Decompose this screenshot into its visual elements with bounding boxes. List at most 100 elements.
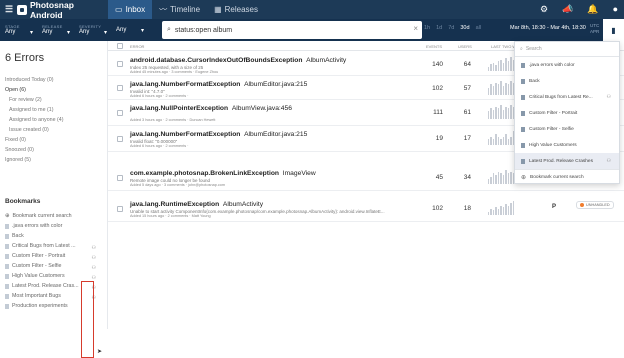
trend-sparkline xyxy=(488,170,514,184)
range-1d[interactable]: 1d xyxy=(436,25,442,31)
sparkline-bar xyxy=(502,110,505,119)
filter-release-value: Any xyxy=(42,29,53,35)
app-title: Photosnap Android xyxy=(30,0,74,20)
row-checkbox[interactable] xyxy=(117,175,123,181)
dropdown-bookmark-item[interactable]: Custom Filter - Selfie xyxy=(515,121,619,137)
sparkline-bar xyxy=(497,172,500,184)
chevron-down-icon: ▾ xyxy=(66,30,70,36)
sparkline-bar xyxy=(510,203,512,215)
date-range[interactable]: Mar 8th, 18:30 - Mar 4th, 18:30 xyxy=(510,25,586,31)
bookmark-button[interactable]: ▮ xyxy=(603,19,624,41)
search-input[interactable]: ⌕ status:open album × xyxy=(162,21,422,39)
sparkline-bar xyxy=(510,81,512,95)
filter-other[interactable]: Any ▾ xyxy=(111,27,148,34)
dropdown-bookmark-current-search[interactable]: ⊕ Bookmark current search xyxy=(515,169,619,184)
sparkline-bar xyxy=(500,81,502,95)
dropdown-bookmark-label: High Value Customers xyxy=(529,142,577,148)
dropdown-bookmark-item[interactable]: Back xyxy=(515,73,619,89)
error-meta: Added 6 hours ago · 2 comments · xyxy=(130,94,189,98)
bookmark-icon xyxy=(521,62,525,68)
bookmark-item[interactable]: High Value Customers ⚇ xyxy=(5,271,97,281)
sparkline-bar xyxy=(495,83,497,95)
bookmark-item[interactable]: .java errors with color xyxy=(5,221,97,231)
row-checkbox[interactable] xyxy=(117,136,123,142)
bookmark-icon xyxy=(521,142,525,148)
clear-search-icon[interactable]: × xyxy=(413,24,418,33)
error-meta: Added 6 hours ago · 2 comments · xyxy=(130,144,189,148)
tab-inbox[interactable]: ▭ Inbox xyxy=(108,0,153,19)
sparkline-bar xyxy=(497,209,500,215)
row-checkbox[interactable] xyxy=(117,85,123,91)
bookmark-icon xyxy=(5,233,9,239)
bookmark-search-input[interactable]: ⌕ Search xyxy=(515,42,619,57)
status-issue-created[interactable]: Issue created (0) xyxy=(5,125,63,135)
error-title: java.lang.NumberFormatException AlbumEdi… xyxy=(130,81,307,88)
column-users[interactable]: USERS xyxy=(458,44,472,49)
status-open[interactable]: Open (6) xyxy=(5,85,63,95)
filter-severity[interactable]: SEVERITY Any ▾ xyxy=(74,24,111,36)
chevron-down-icon: ▾ xyxy=(29,30,33,36)
sparkline-bar xyxy=(510,57,512,71)
status-snoozed[interactable]: Snoozed (0) xyxy=(5,145,63,155)
sparkline-bar xyxy=(488,88,490,95)
range-1h[interactable]: 1h xyxy=(424,25,430,31)
users-count: 34 xyxy=(463,174,471,181)
row-checkbox[interactable] xyxy=(117,206,123,212)
megaphone-icon[interactable]: 📣 xyxy=(562,4,573,15)
error-title: com.example.photosnap.BrokenLinkExceptio… xyxy=(130,170,316,177)
dropdown-bookmark-label: Custom Filter - Portrait xyxy=(529,110,578,116)
table-row[interactable]: java.lang.RuntimeException AlbumActivity… xyxy=(108,196,624,222)
app-brand[interactable]: ☰ Photosnap Android xyxy=(0,0,108,20)
status-for-review[interactable]: For review (2) xyxy=(5,95,63,105)
bugsnag-logo xyxy=(17,4,27,15)
range-30d[interactable]: 30d xyxy=(460,25,469,31)
column-error[interactable]: ERROR xyxy=(130,44,144,49)
status-introduced-today[interactable]: Introduced Today (0) xyxy=(5,75,63,85)
status-assigned-to-anyone[interactable]: Assigned to anyone (4) xyxy=(5,115,63,125)
chevron-down-icon: ▾ xyxy=(103,30,107,36)
status-assigned-to-me[interactable]: Assigned to me (1) xyxy=(5,105,63,115)
events-count: 45 xyxy=(435,174,443,181)
dropdown-bookmark-item[interactable]: Latest Prod. Release Crashes ⚇ xyxy=(515,153,619,169)
top-icons: ⚙ 📣 🔔 ● xyxy=(540,4,618,15)
menu-icon[interactable]: ☰ xyxy=(5,4,13,15)
error-meta: Added 3 hours ago · 2 comments · Duncan … xyxy=(130,118,216,122)
dropdown-bookmark-item[interactable]: .java errors with color xyxy=(515,57,619,73)
range-all[interactable]: all xyxy=(476,25,482,31)
bookmark-item[interactable]: Back xyxy=(5,231,97,241)
error-title: java.lang.NumberFormatException AlbumEdi… xyxy=(130,131,307,138)
dropdown-bookmark-item[interactable]: High Value Customers xyxy=(515,137,619,153)
row-checkbox[interactable] xyxy=(117,110,123,116)
sparkline-bar xyxy=(510,172,512,184)
bookmark-item[interactable]: Custom Filter - Portrait ⚇ xyxy=(5,251,97,261)
tab-timeline[interactable]: 〰 Timeline xyxy=(152,0,207,19)
gear-icon[interactable]: ⚙ xyxy=(540,4,548,15)
dropdown-bookmark-item[interactable]: Custom Filter - Portrait xyxy=(515,105,619,121)
column-events[interactable]: EVENTS xyxy=(426,44,442,49)
sparkline-bar xyxy=(510,105,512,119)
select-all-checkbox[interactable] xyxy=(117,43,123,49)
sparkline-bar xyxy=(488,212,490,215)
dropdown-bookmark-item[interactable]: Critical Bugs from Latest Re... ⚇ xyxy=(515,89,619,105)
bookmark-current-search[interactable]: ⊕ Bookmark current search xyxy=(5,211,97,221)
sparkline-bar xyxy=(495,65,497,71)
filter-stage[interactable]: STAGE Any ▾ xyxy=(0,24,37,36)
error-class: com.example.photosnap.BrokenLinkExceptio… xyxy=(130,170,280,177)
bell-icon[interactable]: 🔔 xyxy=(587,4,598,15)
bookmark-icon xyxy=(521,78,525,84)
row-checkbox[interactable] xyxy=(117,61,123,67)
priority-badge[interactable]: P xyxy=(552,204,556,210)
status-ignored[interactable]: Ignored (5) xyxy=(5,155,63,165)
bookmark-icon xyxy=(521,94,525,100)
filter-release[interactable]: RELEASE Any ▾ xyxy=(37,24,74,36)
unhandled-dot-icon xyxy=(580,203,584,207)
user-icon[interactable]: ● xyxy=(613,4,618,15)
trend-sparkline xyxy=(488,81,514,95)
users-count: 61 xyxy=(463,109,471,116)
tab-releases[interactable]: ▦ Releases xyxy=(207,0,265,19)
error-title: java.lang.NullPointerException AlbumView… xyxy=(130,105,292,112)
range-7d[interactable]: 7d xyxy=(448,25,454,31)
bookmark-item[interactable]: Custom Filter - Selfie ⚇ xyxy=(5,261,97,271)
status-fixed[interactable]: Fixed (0) xyxy=(5,135,63,145)
bookmark-item[interactable]: Critical Bugs from Latest ... ⚇ xyxy=(5,241,97,251)
